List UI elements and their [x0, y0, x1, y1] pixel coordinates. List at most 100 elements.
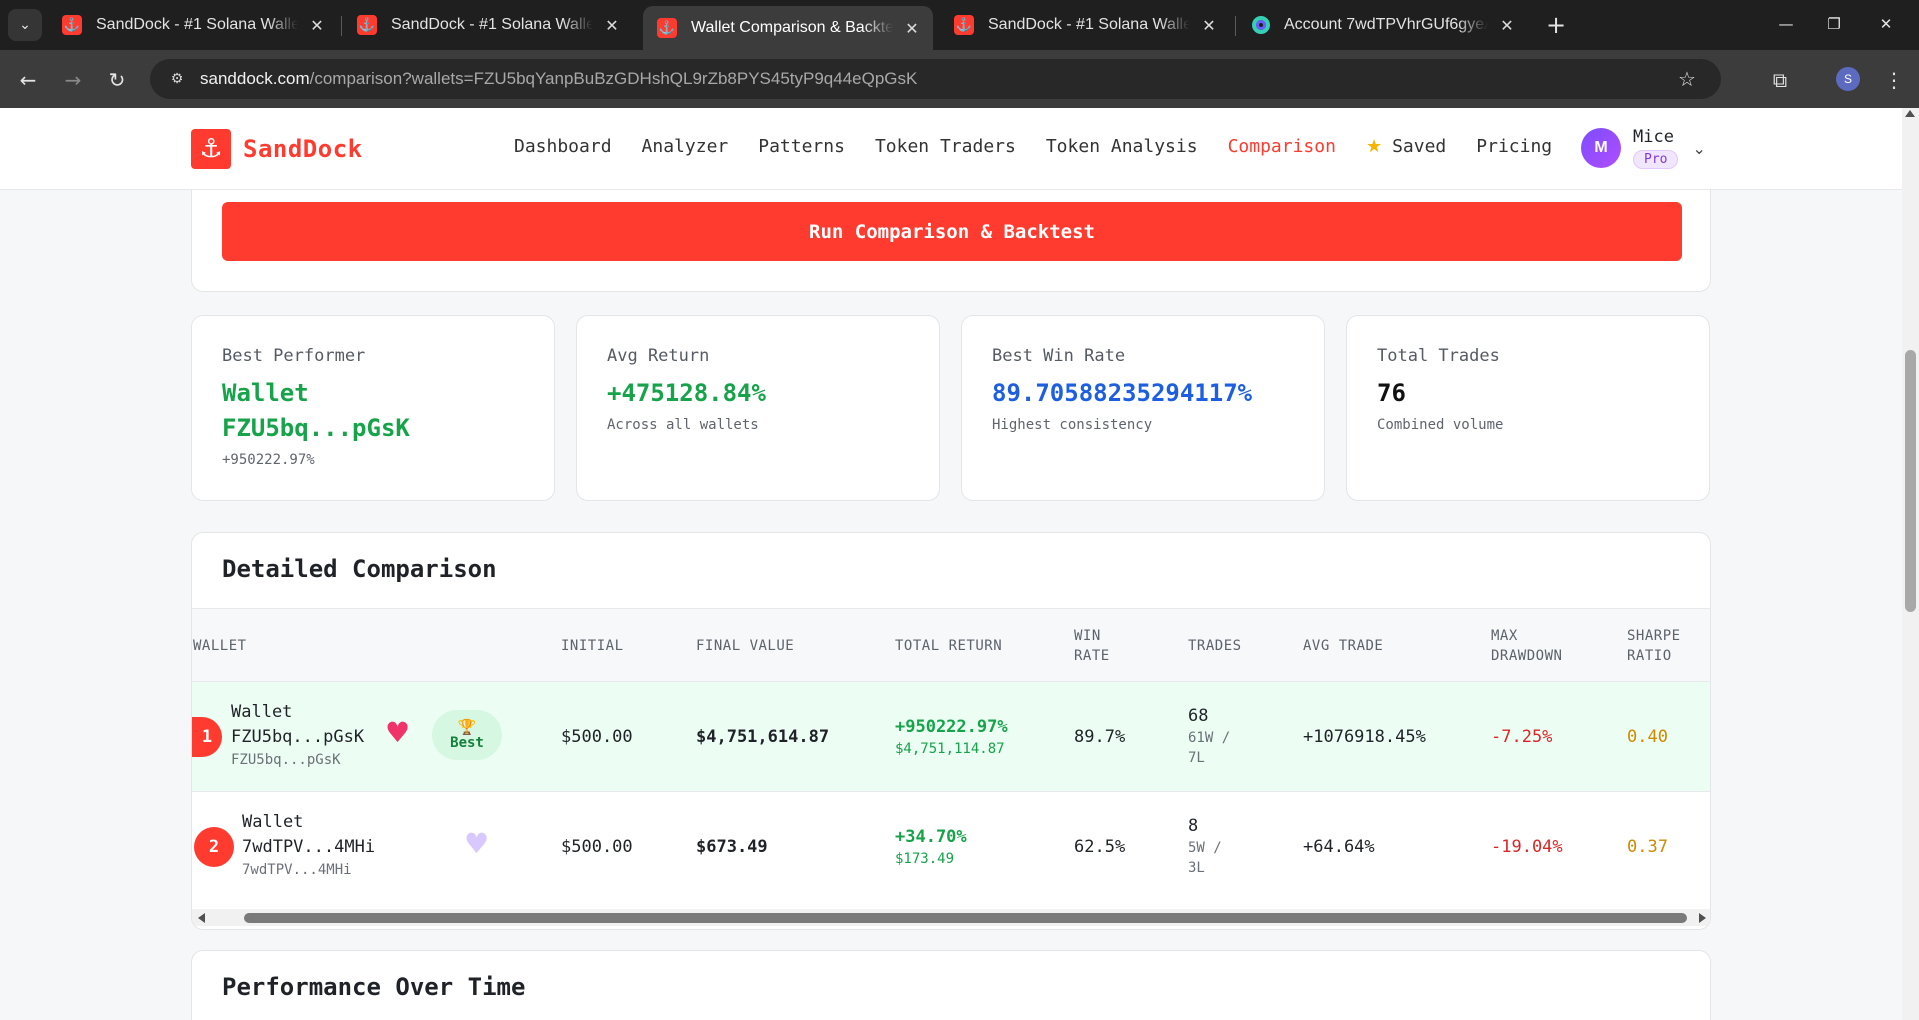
heart-icon[interactable]: ♥	[385, 716, 410, 749]
extensions-icon[interactable]: ⧉	[1764, 64, 1796, 96]
close-icon[interactable]: ✕	[901, 17, 923, 39]
anchor-logo-icon: ⚓	[191, 129, 231, 169]
forward-icon[interactable]: →	[57, 64, 89, 96]
nav-saved[interactable]: ★ Saved	[1366, 136, 1446, 157]
nav-dashboard[interactable]: Dashboard	[514, 136, 612, 157]
best-label: Best	[450, 734, 484, 751]
return-percent: +34.70%	[895, 827, 967, 847]
stat-label: Avg Return	[607, 346, 710, 366]
avg-trade-cell: +64.64%	[1303, 837, 1375, 857]
restore-icon[interactable]: ❐	[1814, 8, 1854, 40]
scroll-left-icon[interactable]	[198, 913, 205, 923]
stat-card-avg-return: Avg Return +475128.84% Across all wallet…	[576, 315, 940, 501]
nav-saved-label: Saved	[1392, 136, 1447, 157]
wallet-cell[interactable]: Wallet FZU5bq...pGsK FZU5bq...pGsK	[231, 700, 364, 770]
avg-trade-cell: +1076918.45%	[1303, 727, 1426, 747]
account-favicon-icon	[1252, 16, 1270, 34]
tab-title: SandDock - #1 Solana Wallet Tr	[391, 16, 593, 33]
url-path: /comparison?wallets=FZU5bqYanpBuBzGDHshQ…	[309, 69, 918, 88]
close-icon[interactable]: ✕	[306, 14, 328, 36]
bookmark-star-icon[interactable]: ☆	[1673, 65, 1701, 93]
heart-icon[interactable]: ♥	[464, 827, 489, 860]
wins-losses: 5W /	[1188, 840, 1222, 856]
section-title: Detailed Comparison	[222, 555, 497, 583]
table-row[interactable]: 2 Wallet 7wdTPV...4MHi 7wdTPV...4MHi ♥ $…	[192, 792, 1710, 902]
max-drawdown-cell: -7.25%	[1491, 727, 1553, 747]
star-icon: ★	[1365, 136, 1383, 157]
browser-toolbar: ← → ↻ ⚙ sanddock.com/comparison?wallets=…	[0, 50, 1919, 108]
nav-token-traders[interactable]: Token Traders	[875, 136, 1016, 157]
return-amount: $173.49	[895, 851, 955, 867]
best-badge: 🏆 Best	[432, 710, 502, 760]
main-nav: Dashboard Analyzer Patterns Token Trader…	[514, 136, 1582, 157]
wallet-cell[interactable]: Wallet 7wdTPV...4MHi 7wdTPV...4MHi	[242, 810, 375, 880]
site-header: ⚓ SandDock Dashboard Analyzer Patterns T…	[0, 108, 1902, 190]
column-header: INITIAL	[561, 637, 624, 654]
win-rate-cell: 62.5%	[1074, 837, 1126, 857]
user-menu[interactable]: M Mice Pro ⌄	[1581, 127, 1706, 169]
tab-title: SandDock - #1 Solana Wallet Tr	[96, 16, 298, 33]
browser-tab-active[interactable]: ⚓ Wallet Comparison & Backtestin ✕	[643, 6, 933, 50]
profile-avatar[interactable]: S	[1836, 67, 1860, 91]
tab-title: Wallet Comparison & Backtestin	[691, 19, 893, 36]
run-comparison-button[interactable]: Run Comparison & Backtest	[222, 202, 1682, 261]
page-scrollbar[interactable]	[1902, 108, 1919, 1020]
column-header: WIN RATE	[1074, 627, 1110, 664]
browser-tab[interactable]: Account 7wdTPVhrGUf6gyeA6d ✕	[1238, 7, 1528, 43]
wins-losses: 61W /	[1188, 730, 1231, 746]
stat-sub: Highest consistency	[992, 417, 1153, 433]
browser-menu-icon[interactable]: ⋮	[1880, 64, 1908, 96]
nav-token-analysis[interactable]: Token Analysis	[1046, 136, 1198, 157]
trades-count: 68	[1188, 706, 1209, 726]
wallet-name-line: Wallet	[231, 702, 293, 722]
sharpe-ratio-cell: 0.37	[1627, 837, 1668, 857]
address-bar[interactable]: ⚙ sanddock.com/comparison?wallets=FZU5bq…	[150, 59, 1721, 99]
browser-tab[interactable]: ⚓ SandDock - #1 Solana Wallet Tr ✕	[343, 7, 633, 43]
plan-badge: Pro	[1633, 150, 1679, 169]
close-icon[interactable]: ✕	[1496, 14, 1518, 36]
return-percent: +950222.97%	[895, 717, 1008, 737]
minimize-icon[interactable]: —	[1766, 8, 1806, 40]
close-icon[interactable]: ✕	[1198, 14, 1220, 36]
tab-separator	[341, 16, 342, 36]
comparison-table[interactable]: WALLET INITIAL FINAL VALUE TOTAL RETURN …	[192, 608, 1710, 929]
nav-analyzer[interactable]: Analyzer	[642, 136, 729, 157]
trades-cell: 8 5W / 3L	[1188, 792, 1222, 902]
reload-icon[interactable]: ↻	[101, 64, 133, 96]
browser-tab[interactable]: ⚓ SandDock - #1 Solana Wallet Tr ✕	[940, 7, 1230, 43]
tab-separator	[1235, 16, 1236, 36]
nav-pricing[interactable]: Pricing	[1476, 136, 1552, 157]
column-header: FINAL VALUE	[696, 637, 795, 654]
sanddock-favicon-icon: ⚓	[657, 18, 677, 38]
trades-count: 8	[1188, 816, 1199, 836]
wins-losses: 3L	[1188, 860, 1205, 876]
window-close-icon[interactable]: ✕	[1866, 8, 1906, 40]
return-amount: $4,751,114.87	[895, 741, 1005, 757]
stat-value: +475128.84%	[607, 379, 766, 407]
chevron-down-icon[interactable]: ⌄	[1692, 139, 1705, 158]
back-icon[interactable]: ←	[12, 64, 44, 96]
scrollbar-thumb[interactable]	[1905, 350, 1916, 612]
browser-tab-strip: ⌄ ⚓ SandDock - #1 Solana Wallet Tr ✕ ⚓ S…	[0, 0, 1919, 50]
close-icon[interactable]: ✕	[601, 14, 623, 36]
nav-comparison[interactable]: Comparison	[1228, 136, 1336, 157]
sanddock-favicon-icon: ⚓	[357, 15, 377, 35]
table-row[interactable]: 1 Wallet FZU5bq...pGsK FZU5bq...pGsK ♥ 🏆…	[192, 682, 1710, 792]
scroll-up-icon[interactable]	[1905, 110, 1915, 117]
total-return-cell: +34.70% $173.49	[895, 792, 967, 902]
scroll-right-icon[interactable]	[1699, 913, 1706, 923]
wallet-name-line: FZU5bq...pGsK	[231, 727, 365, 747]
new-tab-icon[interactable]: +	[1540, 9, 1572, 41]
site-info-icon[interactable]: ⚙	[166, 68, 188, 90]
final-value-cell: $673.49	[696, 837, 768, 857]
browser-tab[interactable]: ⚓ SandDock - #1 Solana Wallet Tr ✕	[48, 7, 338, 43]
wallet-name-line: 7wdTPV...4MHi	[242, 837, 376, 857]
scrollbar-thumb[interactable]	[244, 913, 1687, 923]
stat-label: Best Win Rate	[992, 346, 1126, 366]
total-return-cell: +950222.97% $4,751,114.87	[895, 682, 1008, 792]
tab-search-button[interactable]: ⌄	[8, 9, 42, 41]
horizontal-scrollbar[interactable]	[192, 909, 1710, 926]
nav-patterns[interactable]: Patterns	[758, 136, 845, 157]
stat-card-best-performer: Best Performer Wallet FZU5bq...pGsK +950…	[191, 315, 555, 501]
logo[interactable]: ⚓ SandDock	[191, 129, 363, 169]
